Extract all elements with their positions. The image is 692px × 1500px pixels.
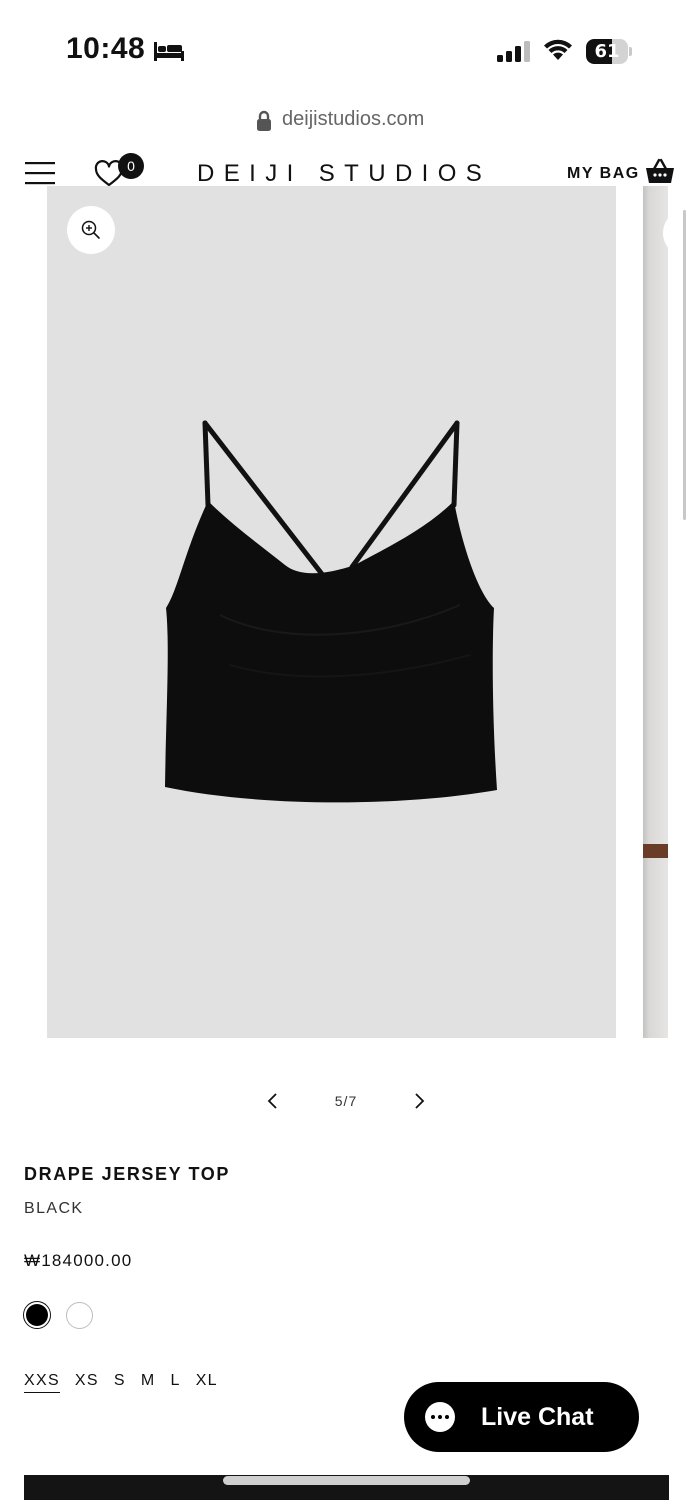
live-chat-label: Live Chat bbox=[481, 1402, 594, 1431]
image-pager: 5/7 bbox=[334, 1093, 358, 1109]
product-color: BLACK bbox=[24, 1200, 84, 1217]
zoom-button[interactable] bbox=[67, 206, 115, 254]
home-indicator[interactable] bbox=[223, 1476, 470, 1485]
next-product-image-peek[interactable] bbox=[643, 186, 668, 1038]
zoom-in-icon bbox=[81, 220, 100, 239]
url-text[interactable]: deijistudios.com bbox=[282, 108, 424, 131]
size-option-s[interactable]: S bbox=[114, 1372, 126, 1393]
brand-logo[interactable]: DEIJI STUDIOS bbox=[197, 160, 491, 188]
size-option-l[interactable]: L bbox=[171, 1372, 181, 1393]
signal-icon bbox=[497, 41, 530, 62]
size-option-xl[interactable]: XL bbox=[196, 1372, 218, 1393]
previous-image-chevron-icon[interactable] bbox=[265, 1090, 281, 1112]
lock-icon bbox=[257, 110, 271, 131]
bed-icon bbox=[154, 42, 184, 61]
live-chat-button[interactable]: Live Chat bbox=[404, 1382, 639, 1452]
bag-link[interactable]: MY BAG bbox=[567, 165, 640, 183]
size-option-xxs[interactable]: XXS bbox=[24, 1372, 60, 1393]
basket-icon[interactable] bbox=[645, 158, 675, 184]
product-price: ₩184000.00 bbox=[24, 1251, 133, 1270]
next-image-chevron-icon[interactable] bbox=[411, 1090, 427, 1112]
battery-level-text: 61 bbox=[594, 41, 620, 62]
swatch-white[interactable] bbox=[66, 1302, 93, 1329]
battery-icon: 61 bbox=[586, 39, 632, 64]
scrollbar[interactable] bbox=[683, 210, 686, 520]
swatch-black[interactable] bbox=[23, 1301, 51, 1329]
chat-bubble-icon bbox=[425, 1402, 455, 1432]
product-photo-black-top bbox=[165, 420, 497, 803]
size-option-m[interactable]: M bbox=[141, 1372, 156, 1393]
size-option-xs[interactable]: XS bbox=[75, 1372, 99, 1393]
wishlist-count-badge: 0 bbox=[118, 153, 144, 179]
size-selector: XXS XS S M L XL bbox=[24, 1372, 233, 1393]
status-time: 10:48 bbox=[66, 32, 146, 65]
menu-icon[interactable] bbox=[25, 160, 55, 186]
wifi-icon bbox=[544, 39, 572, 60]
product-title: DRAPE JERSEY TOP bbox=[24, 1164, 230, 1184]
